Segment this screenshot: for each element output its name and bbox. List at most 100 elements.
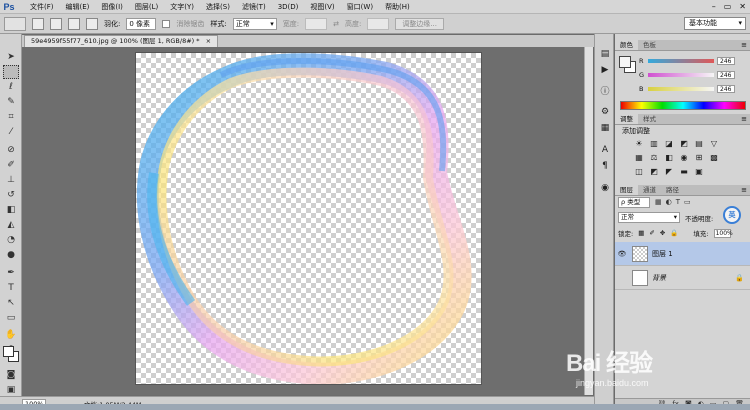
- lock-position-icon[interactable]: ✥: [660, 229, 665, 237]
- panel-menu-icon[interactable]: ≡: [741, 40, 747, 51]
- brush-tool-icon[interactable]: ✐: [3, 158, 19, 172]
- layer-name[interactable]: 图层 1: [652, 249, 673, 259]
- blur-tool-icon[interactable]: ◔: [3, 233, 19, 247]
- healing-brush-tool-icon[interactable]: ⊘: [3, 143, 19, 157]
- refine-edge-button[interactable]: 调整边缘...: [395, 17, 444, 30]
- background-layer-name[interactable]: 背景: [652, 273, 666, 283]
- brush-presets-icon[interactable]: ▦: [599, 122, 611, 134]
- blue-slider[interactable]: [648, 86, 714, 91]
- menu-window[interactable]: 窗口(W): [341, 0, 379, 14]
- tab-color[interactable]: 颜色: [615, 40, 638, 50]
- filter-adjust-icon[interactable]: ◐: [666, 198, 672, 206]
- info-panel-icon[interactable]: ⓘ: [599, 86, 611, 98]
- close-button[interactable]: ✕: [739, 1, 746, 13]
- paint-bucket-tool-icon[interactable]: ◭: [3, 218, 19, 232]
- menu-help[interactable]: 帮助(H): [379, 0, 416, 14]
- selective-color-icon[interactable]: ▣: [693, 166, 705, 177]
- menu-edit[interactable]: 编辑(E): [60, 0, 96, 14]
- filter-shape-icon[interactable]: ▭: [684, 198, 691, 206]
- layer-row-background[interactable]: 背景 🔒: [615, 266, 750, 290]
- visibility-eye-icon[interactable]: 👁: [615, 250, 629, 258]
- adjust-panel-menu-icon[interactable]: ≡: [741, 114, 747, 125]
- lock-pixels-icon[interactable]: ✐: [649, 229, 654, 237]
- tab-styles[interactable]: 样式: [638, 114, 661, 124]
- color-balance-icon[interactable]: ⚖: [648, 152, 660, 163]
- blend-mode-select[interactable]: 正常: [618, 212, 680, 223]
- gradient-map-icon[interactable]: ▬: [678, 166, 690, 177]
- style-select[interactable]: 正常: [232, 17, 277, 30]
- color-lookup-icon[interactable]: ▩: [708, 152, 720, 163]
- menu-type[interactable]: 文字(Y): [164, 0, 200, 14]
- posterize-icon[interactable]: ◩: [648, 166, 660, 177]
- layers-panel-menu-icon[interactable]: ≡: [741, 185, 747, 196]
- fill-field[interactable]: 100%: [713, 228, 733, 238]
- photo-filter-icon[interactable]: ◉: [678, 152, 690, 163]
- character-panel-icon[interactable]: A: [599, 144, 611, 156]
- exposure-icon[interactable]: ◩: [678, 138, 690, 149]
- dodge-tool-icon[interactable]: ●: [3, 248, 19, 262]
- type-tool-icon[interactable]: T: [3, 281, 19, 295]
- history-panel-icon[interactable]: ▤: [599, 48, 611, 60]
- black-white-icon[interactable]: ◧: [663, 152, 675, 163]
- filter-type-icon[interactable]: T: [676, 198, 680, 206]
- green-value[interactable]: 246: [717, 70, 735, 79]
- crop-tool-icon[interactable]: ⌗: [3, 110, 19, 124]
- brush-panel-icon[interactable]: ⚙: [599, 106, 611, 118]
- tab-adjustments[interactable]: 调整: [615, 114, 638, 124]
- tab-paths[interactable]: 路径: [661, 185, 684, 195]
- foreground-color-swatch[interactable]: [3, 346, 14, 357]
- marquee-tool-icon[interactable]: [3, 65, 19, 79]
- channel-mixer-icon[interactable]: ⊞: [693, 152, 705, 163]
- pen-tool-icon[interactable]: ✒: [3, 266, 19, 280]
- blue-value[interactable]: 246: [717, 84, 735, 93]
- menu-layer[interactable]: 图层(L): [129, 0, 164, 14]
- lasso-tool-icon[interactable]: ℓ: [3, 80, 19, 94]
- layer-row-layer1[interactable]: 👁 图层 1: [615, 242, 750, 266]
- antialias-checkbox[interactable]: [162, 19, 171, 28]
- move-tool-icon[interactable]: ➤: [3, 50, 19, 64]
- tab-swatches[interactable]: 色板: [638, 40, 661, 50]
- feather-input[interactable]: 0 像素: [126, 17, 157, 30]
- paragraph-panel-icon[interactable]: ¶: [599, 160, 611, 172]
- eraser-tool-icon[interactable]: ◧: [3, 203, 19, 217]
- tab-layers[interactable]: 图层: [615, 185, 638, 195]
- threshold-icon[interactable]: ◤: [663, 166, 675, 177]
- quick-mask-icon[interactable]: ◙: [3, 368, 19, 382]
- actions-panel-icon[interactable]: ▶: [599, 64, 611, 76]
- vibrance-icon[interactable]: ▤: [693, 138, 705, 149]
- red-slider[interactable]: [648, 58, 714, 63]
- document-canvas[interactable]: [136, 53, 481, 385]
- height-input[interactable]: [367, 17, 390, 30]
- lock-all-icon[interactable]: 🔒: [670, 229, 678, 237]
- lock-transparent-icon[interactable]: ▦: [638, 229, 644, 237]
- menu-view[interactable]: 视图(V): [304, 0, 340, 14]
- document-tab[interactable]: 59e4959f55f77_610.jpg @ 100% (图层 1, RGB/…: [24, 35, 219, 47]
- tool-preset-picker[interactable]: [4, 16, 26, 31]
- document-close-icon[interactable]: ×: [206, 37, 211, 45]
- menu-3d[interactable]: 3D(D): [272, 0, 305, 14]
- add-selection-icon[interactable]: [50, 17, 62, 30]
- intersect-selection-icon[interactable]: [86, 17, 98, 30]
- minimize-button[interactable]: –: [712, 1, 716, 13]
- filter-pixel-icon[interactable]: ▦: [655, 198, 662, 206]
- brightness-icon[interactable]: ☀: [633, 138, 645, 149]
- quick-select-tool-icon[interactable]: ✎: [3, 95, 19, 109]
- eyedropper-tool-icon[interactable]: ⁄: [3, 125, 19, 139]
- subtract-selection-icon[interactable]: [68, 17, 80, 30]
- swap-icon[interactable]: ⇄: [333, 20, 339, 28]
- menu-file[interactable]: 文件(F): [24, 0, 60, 14]
- screen-mode-icon[interactable]: ▣: [3, 383, 19, 397]
- red-value[interactable]: 246: [717, 56, 735, 65]
- new-selection-icon[interactable]: [32, 17, 44, 30]
- workspace-select[interactable]: 基本功能: [684, 17, 746, 30]
- panel-foreground-swatch[interactable]: [619, 56, 631, 68]
- color-swatches[interactable]: [3, 346, 20, 363]
- color-spectrum[interactable]: [620, 101, 746, 110]
- clone-stamp-tool-icon[interactable]: ⊥: [3, 173, 19, 187]
- path-select-tool-icon[interactable]: ↖: [3, 296, 19, 310]
- green-slider[interactable]: [648, 72, 714, 77]
- 3d-panel-icon[interactable]: ◉: [599, 182, 611, 194]
- width-input[interactable]: [305, 17, 328, 30]
- invert-icon[interactable]: ◫: [633, 166, 645, 177]
- hue-saturation-icon[interactable]: ▦: [633, 152, 645, 163]
